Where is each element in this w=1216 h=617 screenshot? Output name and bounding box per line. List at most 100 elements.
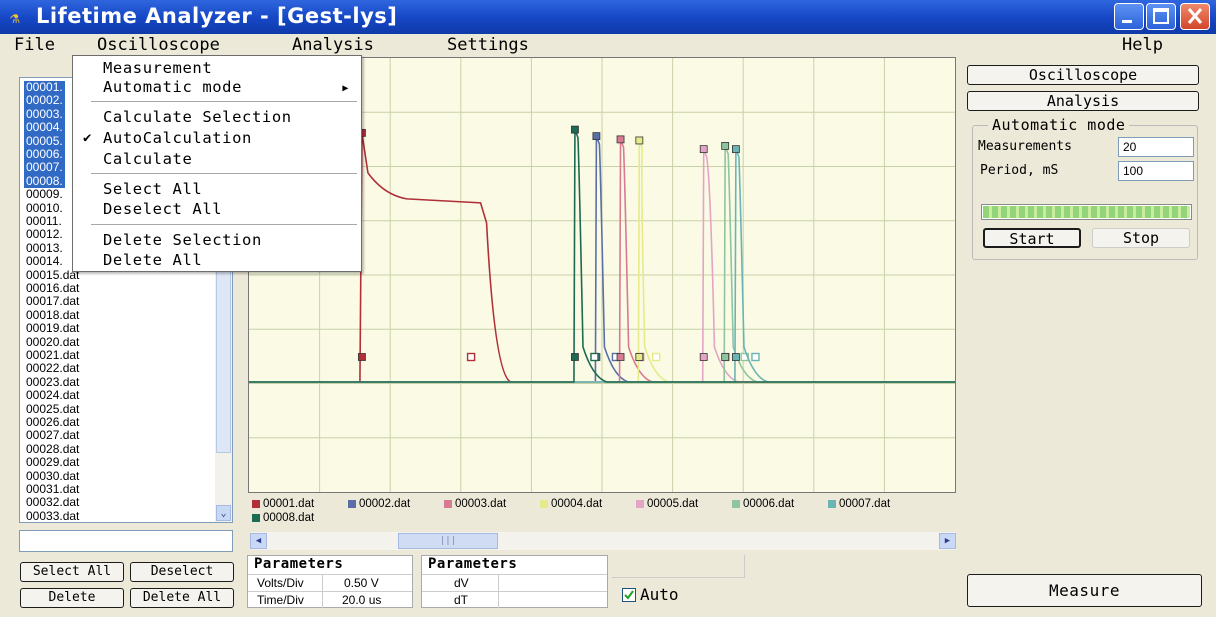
legend-label: 00006.dat — [743, 498, 795, 510]
menu-bar: File Oscilloscope Analysis Settings Help — [0, 34, 1216, 56]
file-name-input[interactable] — [19, 530, 233, 552]
series-marker — [616, 353, 625, 361]
list-item[interactable]: 00007. — [24, 160, 65, 175]
list-item[interactable]: 00018.dat — [24, 308, 81, 322]
auto-checkbox-box[interactable] — [622, 588, 636, 602]
list-item[interactable]: 00001. — [24, 80, 65, 95]
measure-button[interactable]: Measure — [967, 574, 1202, 607]
list-item[interactable]: 00002. — [24, 93, 65, 108]
legend-item: 00008.dat — [252, 512, 314, 524]
delete-all-button[interactable]: Delete All — [130, 588, 234, 608]
list-item[interactable]: 00016.dat — [24, 281, 81, 295]
legend-label: 00007.dat — [839, 498, 891, 510]
scroll-left-icon[interactable]: ◀ — [250, 533, 267, 549]
parameters-left-title: Parameters — [254, 556, 344, 572]
plot-scroll-thumb[interactable]: ||| — [398, 533, 498, 549]
menu-item-autocalculation[interactable]: AutoCalculation — [103, 129, 252, 147]
parameters-right-title: Parameters — [428, 556, 518, 572]
list-item[interactable]: 00017.dat — [24, 294, 81, 308]
select-all-button[interactable]: Select All — [20, 562, 124, 582]
menu-item-delete-all[interactable]: Delete All — [103, 251, 202, 269]
auto-checkbox-label: Auto — [640, 585, 679, 604]
list-item[interactable]: 00031.dat — [24, 482, 81, 496]
menu-item-deselect-all[interactable]: Deselect All — [103, 200, 222, 218]
time-div-label: Time/Div — [257, 593, 304, 607]
list-item[interactable]: 00019.dat — [24, 321, 81, 335]
series-marker — [358, 353, 366, 361]
list-item[interactable]: 00022.dat — [24, 361, 81, 375]
auto-checkbox[interactable]: Auto — [622, 585, 679, 604]
list-item[interactable]: 00012. — [24, 227, 65, 241]
series-marker — [732, 145, 740, 154]
parameters-box-right: Parameters dV dT — [421, 555, 608, 608]
close-button[interactable] — [1180, 3, 1210, 30]
list-item[interactable]: 00013. — [24, 241, 65, 255]
series-marker — [651, 352, 661, 362]
series-marker — [699, 145, 708, 154]
menu-item-delete-selection[interactable]: Delete Selection — [103, 231, 262, 249]
list-item[interactable]: 00029.dat — [24, 455, 81, 469]
menu-item-calculate-selection[interactable]: Calculate Selection — [103, 108, 292, 126]
legend-item: 00004.dat — [540, 498, 602, 510]
menu-item-automatic-mode[interactable]: Automatic mode — [103, 78, 242, 96]
list-item[interactable]: 00009. — [24, 187, 65, 201]
status-field — [612, 555, 745, 578]
stop-button[interactable]: Stop — [1092, 228, 1190, 248]
minimize-button[interactable] — [1114, 3, 1144, 30]
legend-swatch — [444, 499, 452, 508]
deselect-button[interactable]: Deselect — [130, 562, 234, 582]
analysis-button[interactable]: Analysis — [967, 91, 1199, 111]
legend-label: 00001.dat — [263, 498, 315, 510]
automatic-mode-title: Automatic mode — [988, 116, 1130, 134]
list-item[interactable]: 00026.dat — [24, 415, 81, 429]
series-marker — [751, 352, 760, 362]
measurements-input[interactable]: 20 — [1118, 137, 1194, 157]
menu-analysis[interactable]: Analysis — [292, 35, 374, 55]
maximize-button[interactable] — [1146, 3, 1176, 30]
list-item[interactable]: 00023.dat — [24, 375, 81, 389]
menu-separator — [91, 173, 357, 174]
list-item[interactable]: 00010. — [24, 201, 65, 215]
checkmark-icon: ✔ — [83, 130, 93, 146]
list-item[interactable]: 00033.dat — [24, 509, 81, 522]
list-item[interactable]: 00011. — [24, 214, 64, 228]
list-item[interactable]: 00030.dat — [24, 469, 81, 483]
list-item[interactable]: 00020.dat — [24, 335, 81, 349]
list-item[interactable]: 00027.dat — [24, 428, 81, 442]
legend-label: 00008.dat — [263, 512, 315, 524]
legend-item: 00002.dat — [348, 498, 410, 510]
list-item[interactable]: 00021.dat — [24, 348, 81, 362]
plot-legend: 00001.dat 00002.dat 00003.dat 00004.dat 0000… — [250, 496, 956, 530]
list-item[interactable]: 00003. — [24, 107, 65, 122]
series-marker — [635, 353, 644, 361]
list-item[interactable]: 00024.dat — [24, 388, 81, 402]
list-item[interactable]: 00028.dat — [24, 442, 81, 456]
list-item[interactable]: 00014. — [24, 254, 65, 268]
list-item[interactable]: 00008. — [24, 174, 65, 189]
menu-settings[interactable]: Settings — [447, 35, 529, 55]
start-button[interactable]: Start — [983, 228, 1081, 248]
list-item[interactable]: 00032.dat — [24, 495, 81, 509]
menu-item-measurement[interactable]: Measurement — [103, 59, 212, 77]
plot-horizontal-scrollbar[interactable]: ◀ ||| ▶ — [250, 532, 956, 550]
menu-help[interactable]: Help — [1122, 35, 1163, 55]
file-list-scroll-thumb[interactable] — [216, 263, 231, 453]
series-marker — [590, 352, 599, 362]
list-item[interactable]: 00025.dat — [24, 402, 81, 416]
menu-separator — [91, 101, 357, 102]
delete-button[interactable]: Delete — [20, 588, 124, 608]
list-item[interactable]: 00005. — [24, 134, 65, 148]
title-bar: ⚗ Lifetime Analyzer - [Gest-lys] — [0, 0, 1216, 34]
scroll-down-icon[interactable]: ⌄ — [216, 505, 231, 521]
list-item[interactable]: 00004. — [24, 120, 65, 135]
menu-file[interactable]: File — [14, 35, 55, 55]
menu-item-select-all[interactable]: Select All — [103, 180, 202, 198]
oscilloscope-button[interactable]: Oscilloscope — [967, 65, 1199, 85]
period-input[interactable]: 100 — [1118, 161, 1194, 181]
list-item[interactable]: 00006. — [24, 147, 65, 162]
scroll-right-icon[interactable]: ▶ — [939, 533, 956, 549]
menu-oscilloscope[interactable]: Oscilloscope — [97, 35, 220, 55]
submenu-arrow-icon: ▶ — [342, 83, 349, 94]
menu-item-calculate[interactable]: Calculate — [103, 150, 192, 168]
legend-swatch — [252, 513, 260, 522]
